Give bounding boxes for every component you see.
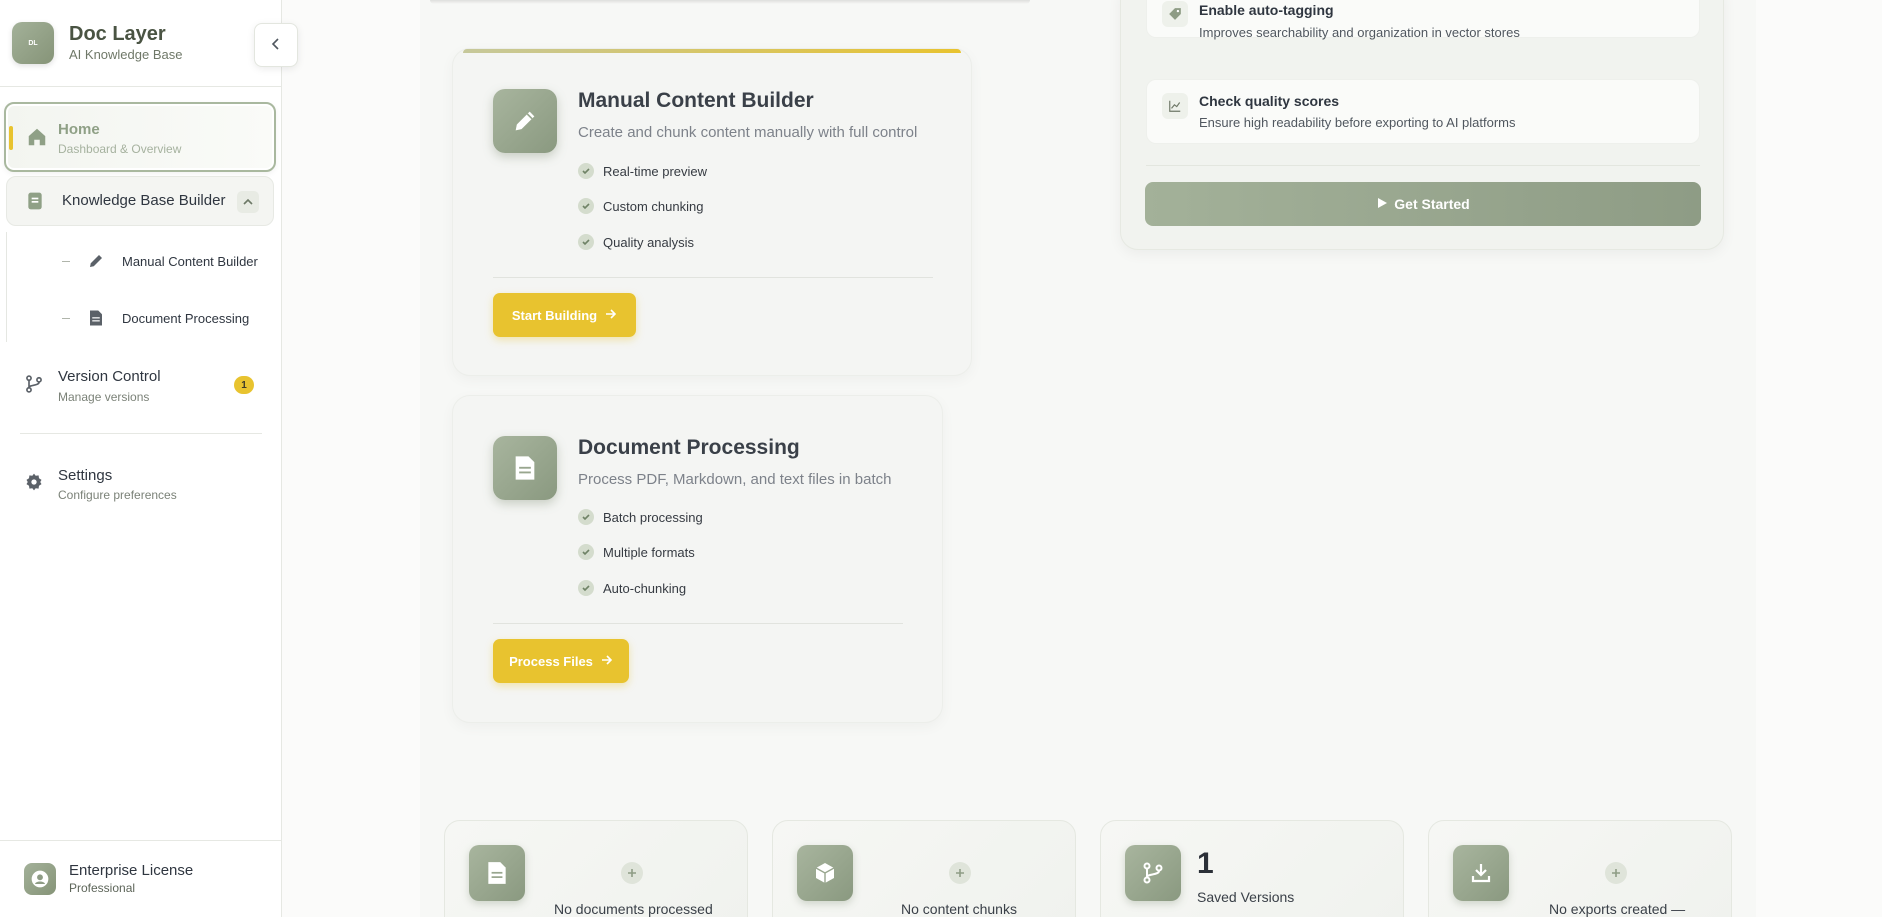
card-accent-bar (463, 49, 961, 53)
feature-item: Quality analysis (578, 234, 694, 250)
arrow-right-icon (601, 654, 613, 669)
cube-icon (797, 845, 853, 901)
process-files-button[interactable]: Process Files (493, 639, 629, 683)
document-processing-card: Document Processing Process PDF, Markdow… (452, 395, 943, 723)
brand-logo: DL (12, 22, 54, 64)
stat-message: No exports created — (1549, 901, 1686, 917)
collapse-sidebar-button[interactable] (254, 23, 298, 67)
manual-content-builder-card: Manual Content Builder Create and chunk … (452, 48, 972, 376)
divider (20, 433, 262, 434)
license-title: Enterprise License (69, 862, 194, 879)
start-building-button[interactable]: Start Building (493, 293, 636, 337)
feature-item: Multiple formats (578, 544, 695, 560)
tag-icon (1162, 1, 1188, 27)
stat-message: No content chunks (901, 901, 1017, 917)
card-description: Create and chunk content manually with f… (578, 124, 918, 141)
sidebar-item-sub: Dashboard & Overview (58, 142, 182, 156)
check-icon (578, 580, 594, 596)
plus-circle-icon[interactable] (1605, 862, 1627, 884)
stat-card-documents: No documents processed (444, 820, 748, 917)
card-title: Manual Content Builder (578, 89, 814, 112)
card-title: Document Processing (578, 436, 800, 459)
home-icon (26, 126, 48, 153)
chart-line-icon (1162, 93, 1188, 119)
pencil-icon (86, 251, 106, 271)
stat-card-chunks: No content chunks (772, 820, 1076, 917)
sidebar-item-label: Version Control (58, 368, 161, 385)
check-icon (578, 509, 594, 525)
count-badge: 1 (234, 376, 254, 394)
sidebar-item-label: Settings (58, 467, 113, 484)
sidebar: DL Doc Layer AI Knowledge Base Home Dash… (0, 0, 282, 917)
brand-title: Doc Layer (69, 23, 166, 45)
license-info[interactable]: Enterprise License Professional (24, 862, 193, 896)
card-description: Process PDF, Markdown, and text files in… (578, 471, 892, 488)
user-avatar-icon (24, 863, 56, 895)
feature-item: Auto-chunking (578, 580, 686, 596)
check-icon (578, 198, 594, 214)
plus-circle-icon[interactable] (621, 862, 643, 884)
sidebar-item-label: Knowledge Base Builder (62, 192, 226, 209)
sidebar-item-sub: Configure preferences (58, 488, 177, 502)
tip-title: Enable auto-tagging (1199, 2, 1334, 18)
gear-icon (24, 472, 44, 497)
document-icon (469, 845, 525, 901)
sidebar-item-knowledge-base[interactable]: Knowledge Base Builder (6, 176, 274, 226)
sidebar-item-sub: Manage versions (58, 390, 150, 404)
chevron-up-icon[interactable] (237, 191, 259, 213)
download-icon (1453, 845, 1509, 901)
git-branch-icon (1125, 845, 1181, 901)
brand-subtitle: AI Knowledge Base (69, 47, 183, 62)
arrow-right-icon (605, 308, 617, 323)
sidebar-item-home[interactable]: Home Dashboard & Overview (4, 102, 276, 172)
sidebar-item-label: Home (58, 121, 100, 138)
tip-description: Ensure high readability before exporting… (1199, 115, 1516, 130)
feature-item: Batch processing (578, 509, 703, 525)
check-icon (578, 163, 594, 179)
sidebar-subitem-manual-content-builder[interactable]: Manual Content Builder (62, 249, 258, 273)
git-branch-icon (24, 373, 44, 400)
chevron-left-icon (270, 37, 282, 54)
sidebar-item-settings[interactable]: Settings Configure preferences (20, 463, 260, 507)
tip-title: Check quality scores (1199, 93, 1340, 109)
divider (0, 840, 282, 841)
document-icon (86, 308, 106, 328)
sidebar-subitem-document-processing[interactable]: Document Processing (62, 306, 249, 330)
get-started-button[interactable]: Get Started (1145, 182, 1701, 226)
stat-value: 1 (1197, 847, 1214, 880)
check-icon (578, 234, 594, 250)
pencil-icon (493, 89, 557, 153)
sidebar-item-version-control[interactable]: Version Control Manage versions 1 (20, 365, 260, 409)
subtree-line (6, 232, 7, 342)
stat-card-versions: 1 Saved Versions (1100, 820, 1404, 917)
document-icon (493, 436, 557, 500)
tip-description: Improves searchability and organization … (1199, 25, 1520, 40)
feature-item: Real-time preview (578, 163, 707, 179)
divider (0, 86, 282, 87)
plus-circle-icon[interactable] (949, 862, 971, 884)
tip-item: Enable auto-tagging Improves searchabili… (1146, 0, 1700, 40)
feature-item: Custom chunking (578, 198, 703, 214)
license-tier: Professional (69, 881, 136, 895)
sidebar-subitem-label: Manual Content Builder (122, 253, 258, 269)
tips-card: Enable auto-tagging Improves searchabili… (1120, 0, 1724, 250)
check-icon (578, 544, 594, 560)
stat-message: No documents processed (554, 901, 713, 917)
active-indicator (9, 126, 13, 150)
stat-card-exports: No exports created — (1428, 820, 1732, 917)
sidebar-subitem-label: Document Processing (122, 310, 250, 326)
play-icon (1376, 196, 1388, 212)
stat-label: Saved Versions (1197, 889, 1295, 905)
book-icon (25, 191, 45, 216)
brand[interactable]: DL Doc Layer AI Knowledge Base (12, 22, 182, 64)
tip-item: Check quality scores Ensure high readabi… (1146, 79, 1700, 144)
